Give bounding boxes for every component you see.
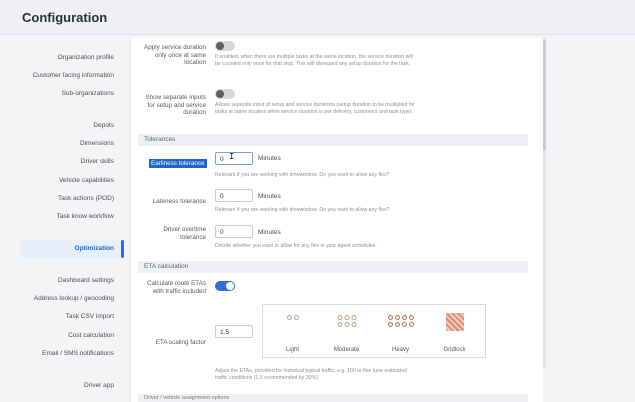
- toggle-knob: [216, 42, 224, 50]
- overtime-description: Decide whether you want to allow for any…: [215, 243, 377, 249]
- traffic-dot: [337, 315, 342, 320]
- traffic-dot: [286, 315, 292, 320]
- traffic-dot: [408, 315, 414, 320]
- sidebar-active-marker: [121, 240, 124, 258]
- earliness-unit: Minutes: [258, 155, 281, 162]
- traffic-dot: [408, 322, 414, 327]
- page-title: Configuration: [22, 10, 108, 25]
- eta-section-header: ETA calculation: [138, 261, 528, 273]
- earliness-tolerance-label: Earliness tolerance: [149, 159, 207, 168]
- traffic-dot: [401, 315, 407, 320]
- heavy-traffic-icon: [387, 315, 414, 327]
- eta-scaling-label: ETA scaling factor: [155, 339, 206, 346]
- header-bar: Configuration: [0, 0, 635, 35]
- sidebar: Organization profile Customer facing inf…: [12, 34, 120, 402]
- sidebar-item-task-csv-import[interactable]: Task CSV import: [8, 313, 120, 320]
- service-duration-toggle[interactable]: [215, 41, 235, 51]
- separate-inputs-toggle[interactable]: [215, 89, 235, 99]
- overtime-unit: Minutes: [258, 229, 281, 236]
- overtime-tolerance-input[interactable]: 0: [215, 225, 253, 238]
- sidebar-item-sub-organizations[interactable]: Sub-organizations: [8, 90, 120, 97]
- traffic-option-label: Moderate: [333, 347, 360, 353]
- traffic-option-gridlock[interactable]: Gridlock: [427, 305, 482, 357]
- sidebar-item-task-actions[interactable]: Task actions (POD): [8, 195, 120, 202]
- traffic-dot: [344, 315, 349, 320]
- traffic-dot: [387, 315, 393, 320]
- traffic-option-label: Light: [285, 347, 299, 353]
- sidebar-item-dimensions[interactable]: Dimensions: [8, 140, 120, 147]
- separate-inputs-description: Allows separate input of setup and servi…: [215, 102, 415, 115]
- light-traffic-icon: [286, 315, 299, 320]
- traffic-dot: [394, 322, 400, 327]
- traffic-dot: [394, 315, 400, 320]
- sidebar-item-dashboard-settings[interactable]: Dashboard settings: [8, 277, 120, 284]
- route-etas-label: Calculate route ETAs with traffic includ…: [146, 280, 206, 295]
- traffic-dot: [351, 315, 356, 320]
- sidebar-item-driver-app[interactable]: Driver app: [8, 382, 120, 389]
- sidebar-item-optimization[interactable]: Optimization: [8, 245, 120, 252]
- traffic-level-selector: Light Moderate Heavy Gridlock: [262, 304, 486, 358]
- traffic-dot: [337, 322, 342, 327]
- lateness-unit: Minutes: [258, 193, 281, 200]
- lateness-description: Relevant if you are working with timewin…: [215, 207, 390, 213]
- service-duration-description: If enabled, when there are multiple task…: [215, 54, 413, 67]
- moderate-traffic-icon: [337, 315, 356, 327]
- lateness-tolerance-label: Lateness tolerance: [152, 198, 206, 205]
- traffic-dot: [351, 322, 356, 327]
- traffic-option-label: Heavy: [391, 347, 409, 353]
- traffic-dot: [401, 322, 407, 327]
- route-etas-toggle[interactable]: [215, 281, 235, 291]
- separate-inputs-label: Show separate inputs for setup and servi…: [145, 94, 206, 116]
- sidebar-item-depots[interactable]: Depots: [8, 122, 120, 129]
- gridlock-traffic-icon: [445, 313, 464, 331]
- service-duration-label: Apply service duration only once at same…: [144, 44, 206, 66]
- lateness-tolerance-input[interactable]: 0: [215, 189, 253, 202]
- tolerances-section-header: Tolerances: [138, 134, 528, 146]
- sidebar-item-organization-profile[interactable]: Organization profile: [8, 54, 120, 61]
- eta-scaling-description: Adjust the ETAs, provided for historical…: [215, 368, 407, 381]
- sidebar-item-notifications[interactable]: Email / SMS notifications: [8, 350, 120, 357]
- sidebar-item-address-lookup[interactable]: Address lookup / geocoding: [8, 295, 120, 302]
- next-section-header: Driver / vehicle assignment options: [138, 394, 528, 402]
- earliness-description: Relevant if you are working with timewin…: [215, 172, 390, 178]
- text-cursor-icon: I: [229, 152, 235, 162]
- eta-scaling-input[interactable]: 1.5: [215, 325, 253, 338]
- traffic-dot: [293, 315, 299, 320]
- scrollbar-thumb[interactable]: [543, 40, 546, 150]
- sidebar-item-driver-skills[interactable]: Driver skills: [8, 158, 120, 165]
- traffic-option-heavy[interactable]: Heavy: [373, 305, 428, 357]
- traffic-option-label: Gridlock: [443, 347, 466, 353]
- traffic-dot: [344, 322, 349, 327]
- sidebar-item-task-know-workflow[interactable]: Task know workflow: [8, 213, 120, 220]
- traffic-option-moderate[interactable]: Moderate: [319, 305, 374, 357]
- toggle-knob: [216, 90, 224, 98]
- traffic-option-light[interactable]: Light: [265, 305, 320, 357]
- sidebar-item-customer-facing-information[interactable]: Customer facing information: [8, 72, 120, 79]
- toggle-knob: [226, 282, 234, 290]
- traffic-dot: [387, 322, 393, 327]
- overtime-tolerance-label: Driver overtime tolerance: [163, 226, 206, 241]
- sidebar-item-vehicle-capabilities[interactable]: Vehicle capabilities: [8, 177, 120, 184]
- sidebar-item-cost-calculation[interactable]: Cost calculation: [8, 332, 120, 339]
